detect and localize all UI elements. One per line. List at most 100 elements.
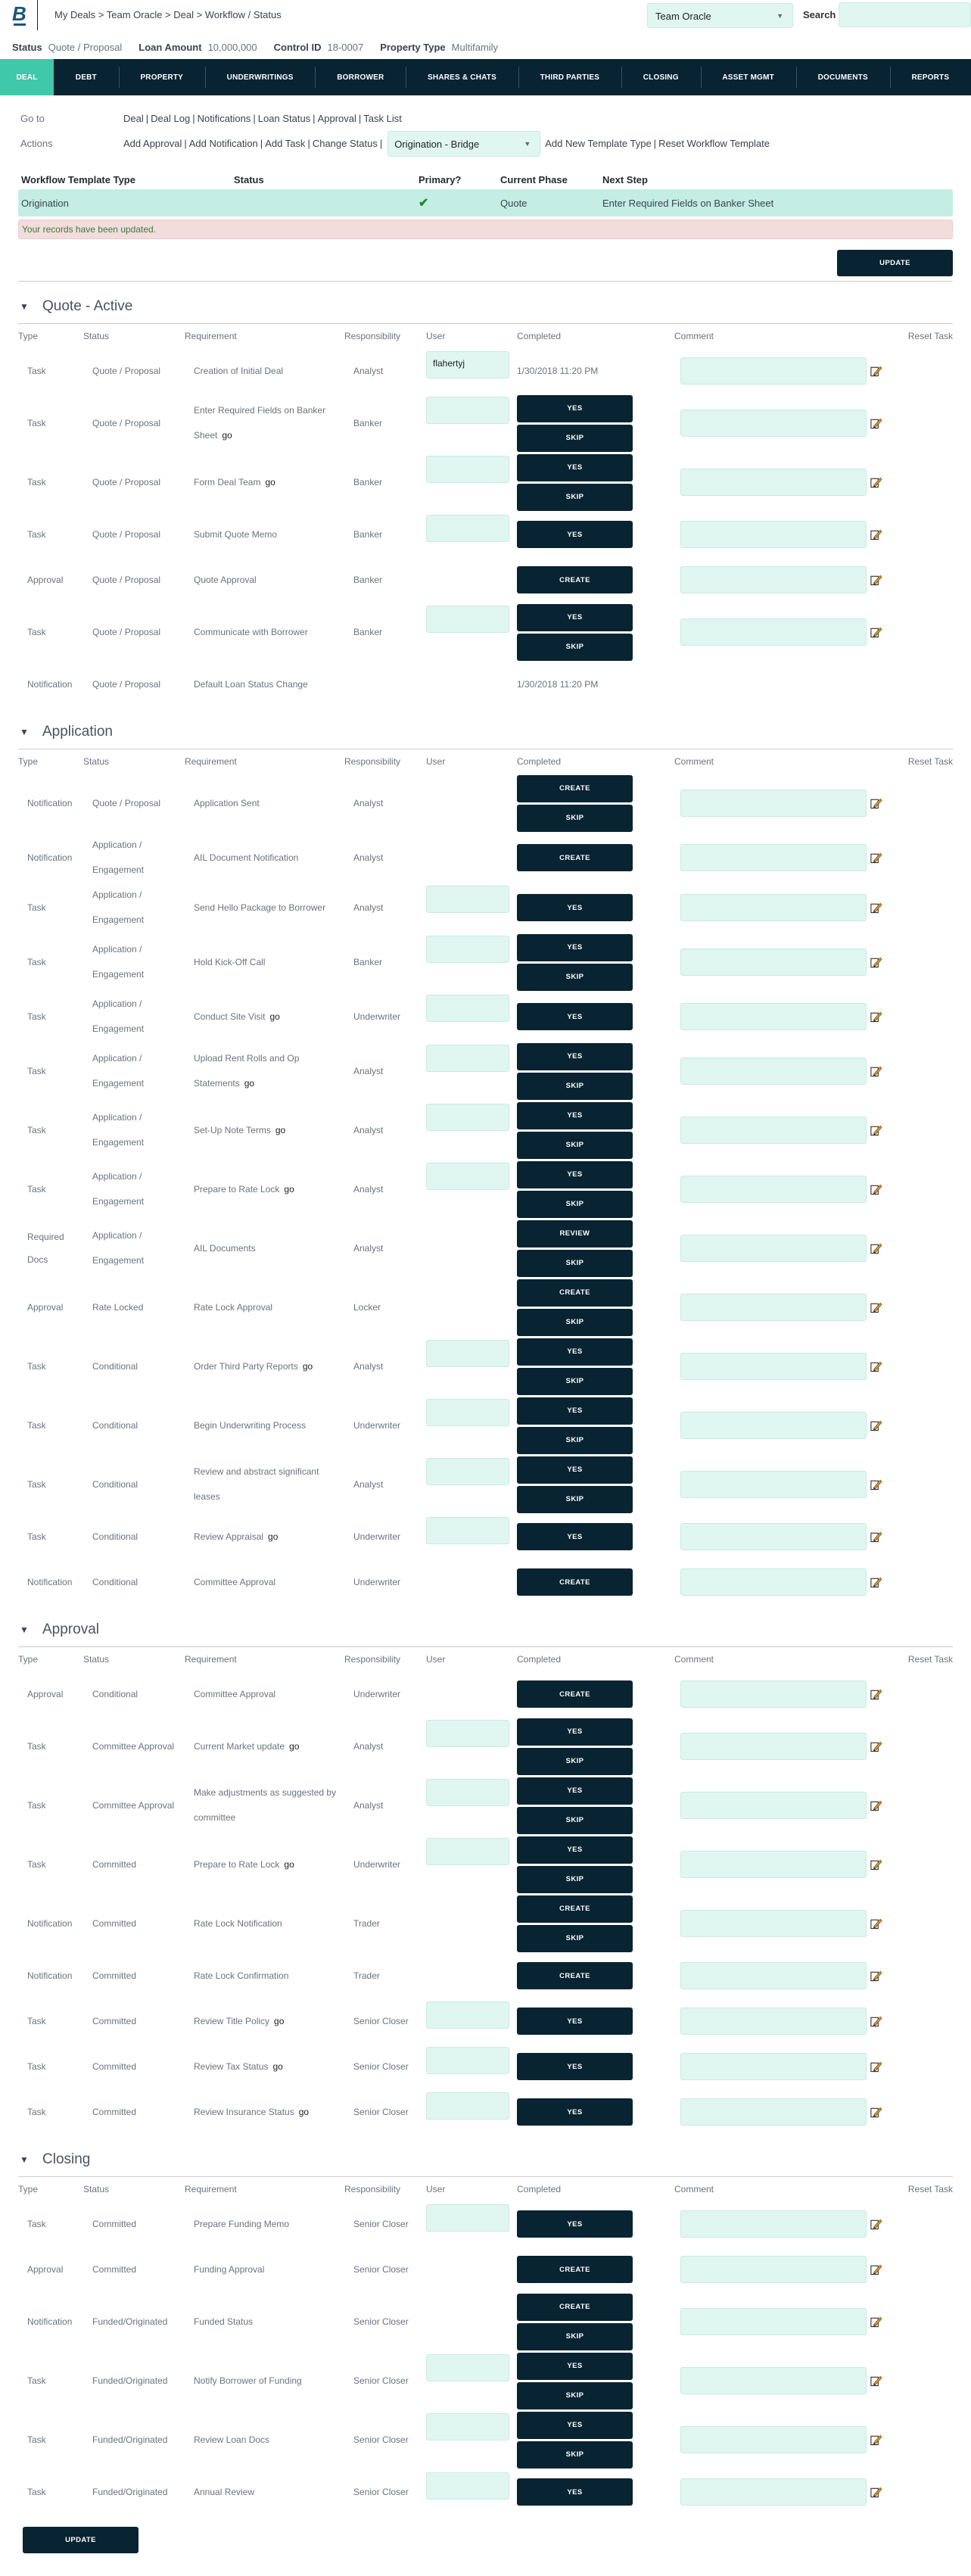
- edit-icon[interactable]: [870, 2014, 882, 2028]
- yes-button[interactable]: YES: [517, 2008, 633, 2035]
- user-input[interactable]: [426, 1045, 509, 1072]
- comment-input[interactable]: [680, 844, 867, 871]
- skip-button[interactable]: SKIP: [517, 1131, 633, 1159]
- edit-icon[interactable]: [870, 901, 882, 914]
- comment-input[interactable]: [680, 1412, 867, 1439]
- yes-button[interactable]: YES: [517, 2098, 633, 2126]
- yes-button[interactable]: YES: [517, 1397, 633, 1425]
- create-button[interactable]: CREATE: [517, 844, 633, 871]
- comment-input[interactable]: [680, 469, 867, 496]
- create-button[interactable]: CREATE: [517, 2293, 633, 2321]
- skip-button[interactable]: SKIP: [517, 483, 633, 511]
- comment-input[interactable]: [680, 521, 867, 548]
- edit-icon[interactable]: [870, 528, 882, 541]
- skip-button[interactable]: SKIP: [517, 1865, 633, 1893]
- skip-button[interactable]: SKIP: [517, 633, 633, 661]
- user-input[interactable]: [426, 456, 509, 483]
- user-input[interactable]: [426, 606, 509, 633]
- user-input[interactable]: [426, 2001, 509, 2029]
- comment-input[interactable]: [680, 2210, 867, 2238]
- link-change-status[interactable]: Change Status: [313, 138, 378, 149]
- create-button[interactable]: CREATE: [517, 1568, 633, 1596]
- breadcrumb[interactable]: My Deals > Team Oracle > Deal > Workflow…: [54, 9, 282, 20]
- comment-input[interactable]: [680, 1792, 867, 1819]
- section-header[interactable]: ▼ Approval: [18, 1612, 953, 1647]
- yes-button[interactable]: YES: [517, 1523, 633, 1550]
- user-input[interactable]: [426, 1720, 509, 1747]
- create-button[interactable]: CREATE: [517, 1279, 633, 1307]
- logo[interactable]: B: [12, 4, 32, 27]
- go-link[interactable]: go: [303, 1361, 313, 1372]
- go-link[interactable]: go: [274, 2016, 284, 2026]
- go-link[interactable]: go: [273, 2061, 283, 2072]
- link-add-task[interactable]: Add Task: [265, 138, 305, 149]
- comment-input[interactable]: [680, 948, 867, 976]
- comment-input[interactable]: [680, 2098, 867, 2126]
- link-approval[interactable]: Approval: [318, 113, 356, 124]
- user-input[interactable]: [426, 995, 509, 1022]
- comment-input[interactable]: [680, 1057, 867, 1085]
- comment-input[interactable]: [680, 1117, 867, 1144]
- section-header[interactable]: ▼ Quote - Active: [18, 289, 953, 324]
- tab-third-parties[interactable]: THIRD PARTIES: [518, 59, 621, 95]
- edit-icon[interactable]: [870, 2217, 882, 2231]
- yes-button[interactable]: YES: [517, 2352, 633, 2380]
- skip-button[interactable]: SKIP: [517, 2322, 633, 2350]
- edit-icon[interactable]: [870, 1241, 882, 1255]
- comment-input[interactable]: [680, 2053, 867, 2080]
- skip-button[interactable]: SKIP: [517, 1308, 633, 1336]
- user-input[interactable]: [426, 2047, 509, 2074]
- go-link[interactable]: go: [244, 1078, 254, 1089]
- create-button[interactable]: CREATE: [517, 1680, 633, 1708]
- comment-input[interactable]: [680, 1523, 867, 1550]
- edit-icon[interactable]: [870, 1300, 882, 1314]
- skip-button[interactable]: SKIP: [517, 804, 633, 832]
- create-button[interactable]: CREATE: [517, 1895, 633, 1923]
- yes-button[interactable]: YES: [517, 894, 633, 921]
- yes-button[interactable]: YES: [517, 603, 633, 631]
- tab-shares-chats[interactable]: SHARES & CHATS: [406, 59, 518, 95]
- yes-button[interactable]: YES: [517, 453, 633, 481]
- edit-icon[interactable]: [870, 364, 882, 378]
- comment-input[interactable]: [680, 357, 867, 385]
- comment-input[interactable]: [680, 2256, 867, 2283]
- skip-button[interactable]: SKIP: [517, 1806, 633, 1834]
- skip-button[interactable]: SKIP: [517, 1249, 633, 1277]
- user-input[interactable]: [426, 936, 509, 963]
- link-reset-workflow-template[interactable]: Reset Workflow Template: [658, 138, 770, 149]
- user-input[interactable]: [426, 2354, 509, 2381]
- edit-icon[interactable]: [870, 1917, 882, 1930]
- edit-icon[interactable]: [870, 1419, 882, 1432]
- edit-icon[interactable]: [870, 1687, 882, 1701]
- team-select[interactable]: Team Oracle ▼: [647, 3, 793, 28]
- tab-deal[interactable]: DEAL: [0, 59, 54, 95]
- tab-reports[interactable]: REPORTS: [889, 59, 971, 95]
- yes-button[interactable]: YES: [517, 933, 633, 961]
- edit-icon[interactable]: [870, 1123, 882, 1137]
- comment-input[interactable]: [680, 894, 867, 921]
- go-link[interactable]: go: [270, 1011, 280, 1022]
- edit-icon[interactable]: [870, 796, 882, 810]
- edit-icon[interactable]: [870, 2105, 882, 2119]
- collapse-triangle-icon[interactable]: ▼: [18, 301, 42, 312]
- create-button[interactable]: CREATE: [517, 2256, 633, 2283]
- link-deal[interactable]: Deal: [123, 113, 144, 124]
- collapse-triangle-icon[interactable]: ▼: [18, 2154, 42, 2165]
- tab-property[interactable]: PROPERTY: [118, 59, 205, 95]
- edit-icon[interactable]: [870, 2374, 882, 2388]
- link-notifications[interactable]: Notifications: [198, 113, 251, 124]
- user-input[interactable]: [426, 2472, 509, 2500]
- yes-button[interactable]: YES: [517, 2411, 633, 2439]
- yes-button[interactable]: YES: [517, 1338, 633, 1366]
- comment-input[interactable]: [680, 2367, 867, 2394]
- user-input[interactable]: [426, 515, 509, 542]
- comment-input[interactable]: [680, 2478, 867, 2506]
- tab-closing[interactable]: CLOSING: [621, 59, 701, 95]
- comment-input[interactable]: [680, 410, 867, 437]
- link-add-approval[interactable]: Add Approval: [123, 138, 182, 149]
- user-input[interactable]: [426, 2204, 509, 2232]
- template-select[interactable]: Origination - Bridge ▼: [387, 130, 541, 157]
- skip-button[interactable]: SKIP: [517, 1367, 633, 1395]
- yes-button[interactable]: YES: [517, 1003, 633, 1030]
- edit-icon[interactable]: [870, 475, 882, 489]
